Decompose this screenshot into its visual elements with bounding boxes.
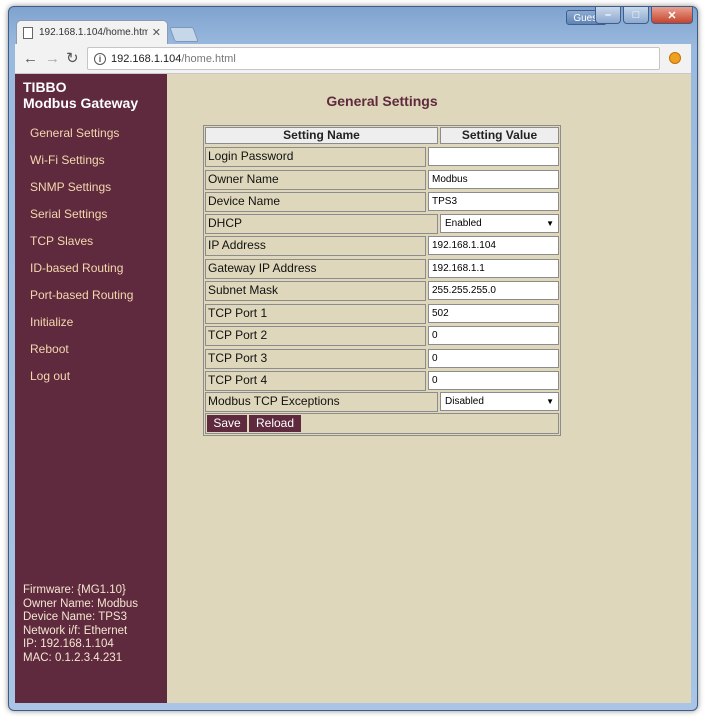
status-device-name: Device Name: TPS3	[23, 611, 127, 623]
minimize-button[interactable]: –	[595, 7, 621, 24]
status-mac: MAC: 0.1.2.3.4.231	[23, 651, 123, 664]
save-button[interactable]: Save	[207, 415, 247, 432]
extension-icon[interactable]	[669, 52, 681, 64]
sidebar-item-port-based-routing[interactable]: Port-based Routing	[30, 287, 133, 314]
status-firmware: Firmware: {MG1.10}	[23, 584, 126, 596]
status-ip: IP: 192.168.1.104	[23, 638, 114, 650]
forward-icon[interactable]: →	[45, 50, 60, 68]
maximize-icon: □	[632, 9, 640, 21]
dhcp-select-value: Enabled	[445, 218, 482, 229]
maximize-button[interactable]: □	[623, 7, 649, 24]
dhcp-select[interactable]: Enabled ▼	[440, 214, 559, 233]
login-password-field[interactable]	[428, 147, 559, 166]
dropdown-arrow-icon: ▼	[546, 397, 554, 406]
modbus-tcp-exceptions-value: Disabled	[445, 396, 484, 407]
dropdown-arrow-icon: ▼	[546, 219, 554, 228]
modbus-tcp-exceptions-select[interactable]: Disabled ▼	[440, 392, 559, 411]
sidebar-item-wifi-settings[interactable]: Wi-Fi Settings	[30, 152, 133, 179]
column-header-setting-name: Setting Name	[205, 127, 438, 144]
brand-line2: Modbus Gateway	[23, 95, 139, 111]
status-owner-name: Owner Name: Modbus	[23, 597, 139, 610]
tcp-port-2-field[interactable]: 0	[428, 326, 559, 345]
subnet-mask-field[interactable]: 255.255.255.0	[428, 281, 559, 300]
info-icon[interactable]: i	[94, 52, 106, 65]
setting-label-dhcp: DHCP	[205, 214, 438, 234]
close-icon: ✕	[667, 9, 677, 22]
back-icon[interactable]: ←	[23, 50, 38, 68]
setting-label-ip-address: IP Address	[205, 236, 426, 256]
setting-label-tcp-port-4: TCP Port 4	[205, 371, 426, 391]
setting-label-device-name: Device Name	[205, 192, 426, 212]
sidebar-item-initialize[interactable]: Initialize	[30, 314, 133, 341]
url-host: 192.168.1.104	[111, 52, 182, 65]
device-status: Firmware: {MG1.10} Owner Name: Modbus De…	[23, 584, 138, 665]
main-content: General Settings Setting Name Setting Va…	[167, 74, 691, 703]
new-tab-button[interactable]	[169, 27, 199, 42]
tab-title: 192.168.1.104/home.htm	[39, 27, 148, 38]
page-title: General Settings	[326, 93, 438, 109]
sidebar-menu: General Settings Wi-Fi Settings SNMP Set…	[30, 125, 133, 395]
form-actions: Save Reload	[205, 413, 559, 434]
setting-label-modbus-tcp-exceptions: Modbus TCP Exceptions	[205, 392, 438, 412]
tcp-port-3-field[interactable]: 0	[428, 349, 559, 368]
page-icon	[23, 26, 33, 39]
sidebar-item-general-settings[interactable]: General Settings	[30, 125, 133, 152]
brand: TIBBO Modbus Gateway	[23, 79, 138, 111]
window-controls: – □ ✕	[595, 7, 693, 24]
sidebar-item-reboot[interactable]: Reboot	[30, 341, 133, 368]
sidebar-item-serial-settings[interactable]: Serial Settings	[30, 206, 133, 233]
brand-line1: TIBBO	[23, 79, 67, 95]
gateway-ip-field[interactable]: 192.168.1.1	[428, 259, 559, 278]
status-network-interface: Network i/f: Ethernet	[23, 624, 128, 637]
sidebar-item-tcp-slaves[interactable]: TCP Slaves	[30, 233, 133, 260]
device-name-field[interactable]: TPS3	[428, 192, 559, 211]
setting-label-owner-name: Owner Name	[205, 170, 426, 190]
web-page: TIBBO Modbus Gateway General Settings Wi…	[15, 74, 691, 703]
browser-toolbar: ← → ↻ i 192.168.1.104/home.html	[15, 44, 691, 74]
url-path: /home.html	[181, 52, 236, 65]
column-header-setting-value: Setting Value	[440, 127, 559, 144]
setting-label-subnet-mask: Subnet Mask	[205, 281, 426, 301]
ip-address-field[interactable]: 192.168.1.104	[428, 236, 559, 255]
tcp-port-4-field[interactable]: 0	[428, 371, 559, 390]
setting-label-login-password: Login Password	[205, 147, 426, 167]
settings-table: Setting Name Setting Value Login Passwor…	[203, 125, 561, 436]
reload-button[interactable]: Reload	[249, 415, 301, 432]
tab-close-icon[interactable]: ✕	[152, 26, 161, 39]
sidebar-item-log-out[interactable]: Log out	[30, 368, 133, 395]
browser-tab[interactable]: 192.168.1.104/home.htm ✕	[16, 20, 168, 44]
setting-label-tcp-port-2: TCP Port 2	[205, 326, 426, 346]
sidebar: TIBBO Modbus Gateway General Settings Wi…	[15, 74, 167, 703]
setting-label-gateway-ip: Gateway IP Address	[205, 259, 426, 279]
setting-label-tcp-port-1: TCP Port 1	[205, 304, 426, 324]
address-bar[interactable]: i 192.168.1.104/home.html	[87, 47, 660, 70]
reload-icon[interactable]: ↻	[66, 50, 79, 68]
sidebar-item-id-based-routing[interactable]: ID-based Routing	[30, 260, 133, 287]
setting-label-tcp-port-3: TCP Port 3	[205, 349, 426, 369]
tcp-port-1-field[interactable]: 502	[428, 304, 559, 323]
close-window-button[interactable]: ✕	[651, 7, 693, 24]
sidebar-item-snmp-settings[interactable]: SNMP Settings	[30, 179, 133, 206]
minimize-icon: –	[604, 9, 612, 21]
owner-name-field[interactable]: Modbus	[428, 170, 559, 189]
